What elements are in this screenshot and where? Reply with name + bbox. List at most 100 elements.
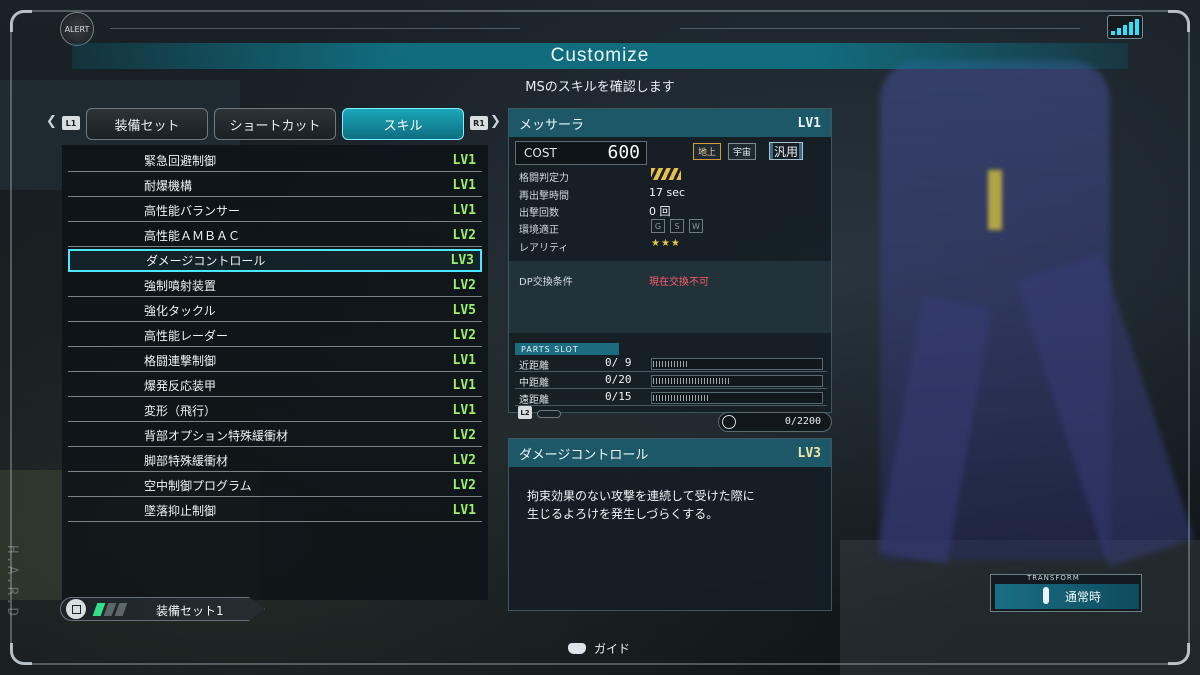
skill-name: 爆発反応装甲 — [144, 378, 217, 393]
chevron-right-icon[interactable]: ❯ — [490, 114, 501, 129]
transform-value: 通常時 — [1065, 590, 1102, 604]
parts-slot-value: 0/ 9 — [605, 356, 632, 369]
skill-description-line: 拘束効果のない攻撃を連続して受けた際に — [527, 489, 755, 503]
skill-row[interactable]: 耐爆機構 LV1 — [68, 174, 482, 197]
env-grade-ground: G — [651, 219, 665, 233]
skill-name: 背部オプション特殊緩衝材 — [144, 428, 289, 443]
parts-slot-label: 近距離 — [519, 361, 549, 372]
chevron-left-icon[interactable]: ❮ — [46, 114, 57, 129]
stat-label: 再出撃時間 — [519, 191, 569, 202]
parts-slot-label: 遠距離 — [519, 395, 549, 406]
skill-row[interactable]: 脚部特殊緩衝材 LV2 — [68, 449, 482, 472]
env-tag-ground: 地上 — [693, 143, 722, 160]
skill-name: 高性能ＡＭＢＡＣ — [144, 228, 241, 243]
signal-strength-icon — [1107, 15, 1143, 39]
parts-slot-fill — [653, 378, 729, 384]
guide-label: ガイド — [594, 642, 631, 656]
ms-header: メッサーラ LV1 — [509, 109, 831, 137]
skill-name: 高性能バランサー — [144, 203, 241, 218]
parts-slot-row: 遠距離 0/15 — [515, 390, 827, 406]
tab-shortcut[interactable]: ショートカット — [214, 108, 336, 140]
skill-level: LV5 — [452, 302, 476, 318]
l1-button-hint: L1 — [62, 116, 80, 130]
stick-icon — [1043, 587, 1049, 604]
skill-row[interactable]: 変形（飛行） LV1 — [68, 399, 482, 422]
skill-name: 高性能レーダー — [144, 328, 229, 343]
melee-judgement-icon — [651, 168, 681, 180]
alert-icon: ALERT — [60, 12, 94, 46]
skill-detail-level: LV3 — [797, 445, 821, 461]
dp-value: 現在交換不可 — [649, 277, 709, 288]
env-grade-space: S — [670, 219, 684, 233]
skill-row[interactable]: 強制噴射装置 LV2 — [68, 274, 482, 297]
stat-label: 出撃回数 — [519, 208, 559, 219]
skill-name: 格闘連撃制御 — [144, 353, 217, 368]
skill-row[interactable]: 高性能ＡＭＢＡＣ LV2 — [68, 224, 482, 247]
wrench-icon — [722, 415, 736, 429]
page-title: Customize — [550, 45, 650, 66]
skill-level: LV1 — [452, 402, 476, 418]
skill-row[interactable]: 空中制御プログラム LV2 — [68, 474, 482, 497]
skill-name: 強制噴射装置 — [144, 278, 217, 293]
cost-box: COST 600 — [515, 141, 647, 165]
skill-level: LV2 — [452, 477, 476, 493]
env-tag-general: 汎用 — [769, 142, 804, 160]
stat-value: 17 sec — [649, 186, 686, 199]
parts-slot-bar — [651, 375, 823, 387]
hud-line — [680, 28, 1080, 29]
skill-list: 緊急回避制御 LV1 耐爆機構 LV1 高性能バランサー LV1 高性能ＡＭＢＡＣ LV… — [62, 145, 488, 600]
l2-button-hint: L2 — [518, 406, 532, 419]
transform-label: TRANSFORM — [1027, 574, 1080, 582]
skill-description: 拘束効果のない攻撃を連続して受けた際に 生じるよろけを発生しづらくする。 — [527, 487, 817, 523]
l2-toggle-indicator[interactable] — [537, 410, 561, 418]
cost-label: COST — [524, 146, 557, 160]
skill-name: 耐爆機構 — [144, 178, 193, 193]
skill-level: LV2 — [452, 327, 476, 343]
skill-level: LV2 — [452, 227, 476, 243]
parts-slot-fill — [653, 361, 687, 367]
skill-row[interactable]: 緊急回避制御 LV1 — [68, 149, 482, 172]
dp-label: DP交換条件 — [519, 277, 573, 288]
env-tag-space: 宇宙 — [728, 143, 757, 160]
skill-row[interactable]: 背部オプション特殊緩衝材 LV2 — [68, 424, 482, 447]
stat-label: 環境適正 — [519, 225, 559, 236]
skill-level: LV2 — [452, 427, 476, 443]
ms-info-panel: メッサーラ LV1 COST 600 地上 宇宙 汎用 格闘判定力 再出撃時間 … — [508, 108, 832, 413]
alert-label: ALERT — [64, 24, 90, 34]
skill-name: 墜落抑止制御 — [144, 503, 217, 518]
parts-slot-label: 中距離 — [519, 378, 549, 389]
parts-slot-title: PARTS SLOT — [515, 343, 619, 355]
tab-loadout[interactable]: 装備セット — [86, 108, 208, 140]
skill-row[interactable]: 爆発反応装甲 LV1 — [68, 374, 482, 397]
stat-value: 0 回 — [649, 205, 671, 218]
skill-level: LV1 — [452, 502, 476, 518]
skill-row[interactable]: 高性能バランサー LV1 — [68, 199, 482, 222]
hud-line — [110, 28, 520, 29]
tab-skill[interactable]: スキル — [342, 108, 464, 140]
skill-row[interactable]: 高性能レーダー LV2 — [68, 324, 482, 347]
ms-level: LV1 — [797, 115, 821, 131]
env-grade-water: W — [689, 219, 703, 233]
skill-row[interactable]: 強化タックル LV5 — [68, 299, 482, 322]
skill-row[interactable]: 格闘連撃制御 LV1 — [68, 349, 482, 372]
skill-row[interactable]: 墜落抑止制御 LV1 — [68, 499, 482, 522]
skill-name: 空中制御プログラム — [144, 478, 252, 493]
skill-name: 変形（飛行） — [144, 403, 217, 418]
loadout-label: 装備セット1 — [156, 604, 224, 618]
dp-exchange-area: DP交換条件 現在交換不可 — [509, 261, 831, 333]
transform-widget[interactable]: TRANSFORM 通常時 — [990, 574, 1142, 612]
skill-detail-panel: ダメージコントロール LV3 拘束効果のない攻撃を連続して受けた際に 生じるよろ… — [508, 438, 832, 611]
skill-row-selected[interactable]: ダメージコントロール LV3 — [68, 249, 482, 272]
parts-slot-value: 0/20 — [605, 373, 632, 386]
skill-description-line: 生じるよろけを発生しづらくする。 — [527, 507, 719, 521]
skill-level: LV3 — [450, 253, 474, 268]
parts-slot-fill — [653, 395, 708, 401]
skill-name: 強化タックル — [144, 303, 216, 318]
skill-detail-header: ダメージコントロール LV3 — [509, 439, 831, 467]
skill-level: LV1 — [452, 352, 476, 368]
square-button-icon[interactable] — [66, 599, 86, 619]
skill-name: 脚部特殊緩衝材 — [144, 453, 229, 468]
guide-button[interactable]: ガイド — [568, 640, 630, 657]
parts-slot-bar — [651, 392, 823, 404]
skill-level: LV1 — [452, 177, 476, 193]
